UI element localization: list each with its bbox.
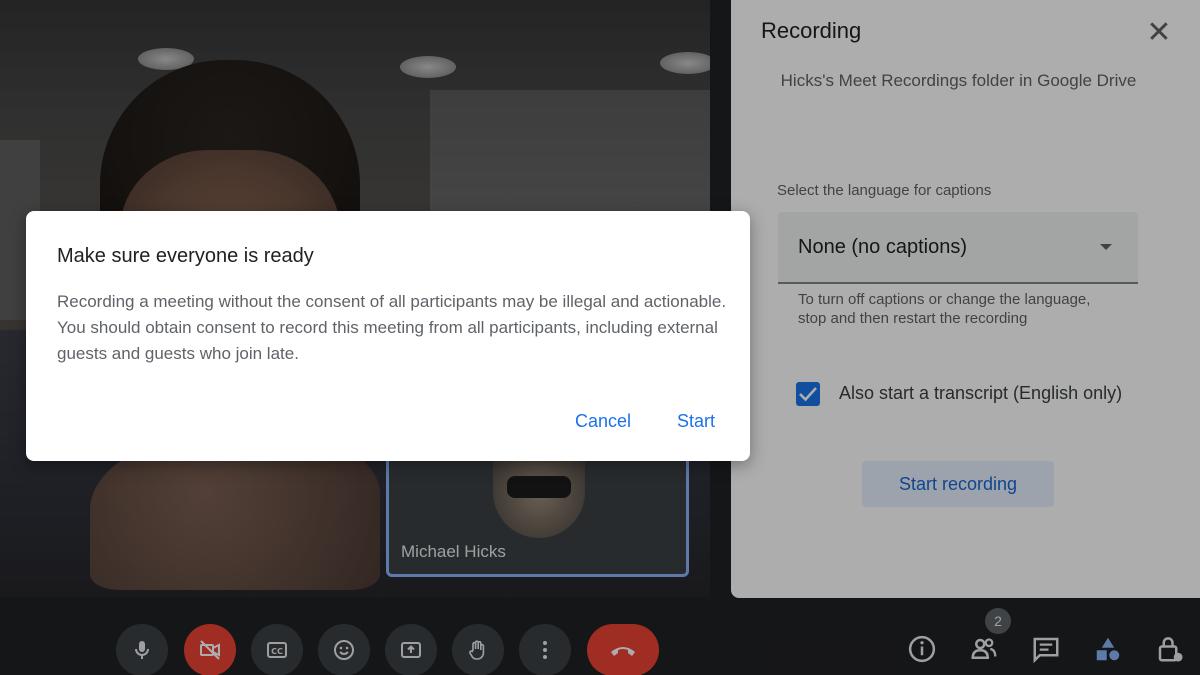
start-button[interactable]: Start: [677, 411, 715, 432]
dialog-title: Make sure everyone is ready: [57, 245, 314, 267]
consent-dialog: Make sure everyone is ready Recording a …: [26, 211, 750, 461]
meet-window: Michael Hicks Recording ✕ Hicks's Meet R…: [0, 0, 1200, 675]
dialog-body: Recording a meeting without the consent …: [57, 292, 727, 363]
cancel-button[interactable]: Cancel: [575, 411, 631, 432]
